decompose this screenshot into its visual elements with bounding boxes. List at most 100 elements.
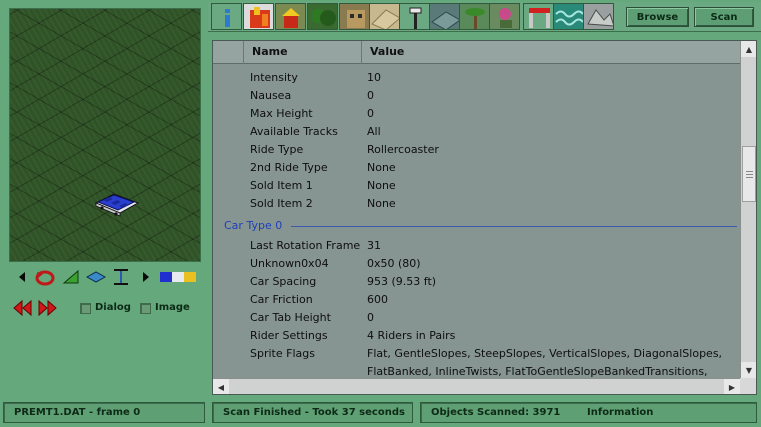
scroll-down-icon[interactable]: ▼ xyxy=(741,362,756,378)
vertical-scrollbar[interactable]: ▲ ▼ xyxy=(740,41,756,378)
property-value: 4 Riders in Pairs xyxy=(367,329,456,342)
scrollbar-corner xyxy=(740,378,756,394)
entrance-icon xyxy=(529,8,550,28)
property-name: Unknown0x04 xyxy=(250,257,329,270)
tab-terrain[interactable] xyxy=(583,3,614,30)
dialog-label: Dialog xyxy=(95,302,131,313)
property-value: None xyxy=(367,161,396,174)
ride-car-sprite xyxy=(94,193,140,217)
scenery-group-icon xyxy=(499,8,512,28)
previous-frame-icon[interactable] xyxy=(12,266,32,288)
property-row[interactable]: Intensity 10 xyxy=(213,69,741,87)
info-icon xyxy=(225,9,230,27)
ride-icon xyxy=(250,7,270,28)
browse-button[interactable]: Browse xyxy=(626,7,689,27)
property-value: 0 xyxy=(367,107,374,120)
slope-icon[interactable] xyxy=(61,266,81,288)
property-name: Car Friction xyxy=(250,293,313,306)
status-scan: Scan Finished - Took 37 seconds xyxy=(212,402,413,423)
status-objects: Objects Scanned: 3971 xyxy=(431,407,561,418)
property-value: 10 xyxy=(367,71,381,84)
property-row[interactable]: Unknown0x04 0x50 (80) xyxy=(213,255,741,273)
column-header-name[interactable]: Name xyxy=(243,41,361,64)
property-name: Car Spacing xyxy=(250,275,317,288)
property-name: Sprite Flags xyxy=(250,347,315,360)
tab-paths[interactable] xyxy=(369,3,400,30)
lamp-icon xyxy=(409,7,422,29)
property-row[interactable]: Available Tracks All xyxy=(213,123,741,141)
property-row[interactable]: Sold Item 1 None xyxy=(213,177,741,195)
fast-forward-icon[interactable] xyxy=(38,298,58,318)
property-row[interactable]: Max Height 0 xyxy=(213,105,741,123)
object-preview xyxy=(9,8,201,262)
property-name: 2nd Ride Type xyxy=(250,161,328,174)
tab-rides[interactable] xyxy=(243,3,274,30)
property-row[interactable]: Sprite Flags Flat, GentleSlopes, SteepSlo… xyxy=(213,345,741,363)
tab-banners[interactable] xyxy=(459,3,490,30)
tab-entrances[interactable] xyxy=(523,3,554,30)
horizontal-scrollbar[interactable]: ◀ ▶ xyxy=(213,378,740,394)
palm-icon xyxy=(465,8,485,29)
property-row[interactable]: Last Rotation Frame 31 xyxy=(213,237,741,255)
property-row[interactable]: Sold Item 2 None xyxy=(213,195,741,213)
scroll-up-icon[interactable]: ▲ xyxy=(741,41,756,57)
next-frame-icon[interactable] xyxy=(136,266,156,288)
tab-walls[interactable] xyxy=(429,3,460,30)
path-icon xyxy=(371,9,399,29)
vertical-scroll-thumb[interactable] xyxy=(742,146,756,202)
terrain-icon xyxy=(587,9,613,27)
building-icon xyxy=(347,10,365,28)
property-value: 31 xyxy=(367,239,381,252)
group-header-car-type[interactable]: Car Type 0 xyxy=(213,216,741,236)
stall-icon xyxy=(282,8,300,28)
property-name: Available Tracks xyxy=(250,125,338,138)
height-icon[interactable] xyxy=(111,266,131,288)
scroll-right-icon[interactable]: ▶ xyxy=(724,379,740,394)
status-info: Information xyxy=(587,407,654,418)
property-name: Nausea xyxy=(250,89,292,102)
property-name: Sold Item 1 xyxy=(250,179,313,192)
property-list: Name Value Intensity 10 Nausea 0 Max Height 0… xyxy=(212,40,757,395)
property-name: Rider Settings xyxy=(250,329,328,342)
property-row[interactable]: Car Friction 600 xyxy=(213,291,741,309)
property-row[interactable]: 2nd Ride Type None xyxy=(213,159,741,177)
group-divider xyxy=(291,226,737,227)
rewind-icon[interactable] xyxy=(12,298,32,318)
tab-buildings[interactable] xyxy=(339,3,370,30)
property-value: 600 xyxy=(367,293,388,306)
scroll-left-icon[interactable]: ◀ xyxy=(213,379,229,394)
tab-path-items[interactable] xyxy=(399,3,430,30)
scan-button[interactable]: Scan xyxy=(694,7,754,27)
image-checkbox[interactable] xyxy=(140,303,151,314)
list-header: Name Value xyxy=(213,41,741,64)
tab-info[interactable] xyxy=(211,3,242,30)
color-palette-icon[interactable] xyxy=(159,266,197,288)
property-row[interactable]: Ride Type Rollercoaster xyxy=(213,141,741,159)
property-name: Car Tab Height xyxy=(250,311,331,324)
property-row[interactable]: Car Spacing 953 (9.53 ft) xyxy=(213,273,741,291)
property-value: 953 (9.53 ft) xyxy=(367,275,437,288)
property-row[interactable]: Car Tab Height 0 xyxy=(213,309,741,327)
property-name: Intensity xyxy=(250,71,298,84)
rotate-icon[interactable] xyxy=(35,266,55,288)
header-spacer xyxy=(213,41,243,64)
dialog-checkbox[interactable] xyxy=(80,303,91,314)
tab-trees[interactable] xyxy=(307,3,338,30)
property-value: 0 xyxy=(367,311,374,324)
property-name: Ride Type xyxy=(250,143,304,156)
image-label: Image xyxy=(155,302,190,313)
property-value: Flat, GentleSlopes, SteepSlopes, Vertica… xyxy=(367,347,723,360)
flat-tile-icon[interactable] xyxy=(86,266,106,288)
status-file: PREMT1.DAT - frame 0 xyxy=(3,402,205,423)
property-value: 0x50 (80) xyxy=(367,257,421,270)
tree-icon xyxy=(311,9,336,26)
property-name: Last Rotation Frame xyxy=(250,239,361,252)
tab-water[interactable] xyxy=(553,3,584,30)
tab-stalls[interactable] xyxy=(275,3,306,30)
property-row[interactable]: Rider Settings 4 Riders in Pairs xyxy=(213,327,741,345)
property-row[interactable]: Nausea 0 xyxy=(213,87,741,105)
tab-scenery-groups[interactable] xyxy=(489,3,520,30)
column-header-value[interactable]: Value xyxy=(361,41,741,64)
property-value: None xyxy=(367,197,396,210)
property-name: Sold Item 2 xyxy=(250,197,313,210)
